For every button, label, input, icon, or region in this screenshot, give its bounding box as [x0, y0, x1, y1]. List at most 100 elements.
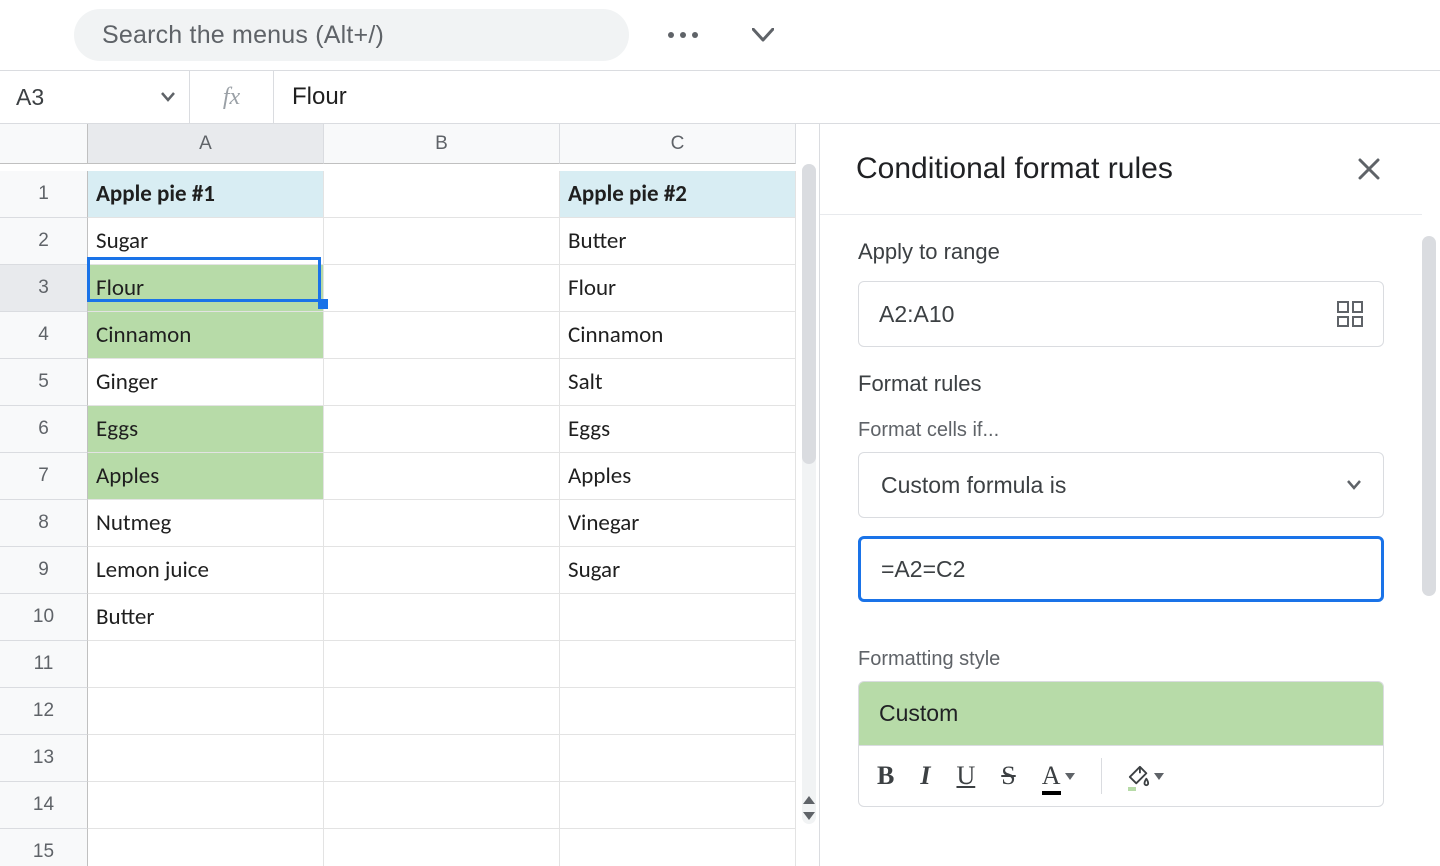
cell-C15[interactable] — [560, 829, 796, 866]
row-header-9[interactable]: 9 — [0, 547, 88, 594]
formula-input[interactable]: Flour — [274, 83, 1440, 111]
cell-B7[interactable] — [324, 453, 560, 500]
row-header-4[interactable]: 4 — [0, 312, 88, 359]
row-header-6[interactable]: 6 — [0, 406, 88, 453]
cell-A10[interactable]: Butter — [88, 594, 324, 641]
cell-B2[interactable] — [324, 218, 560, 265]
cell-A3[interactable]: Flour — [88, 265, 324, 312]
cell-C3[interactable]: Flour — [560, 265, 796, 312]
row-header-7[interactable]: 7 — [0, 453, 88, 500]
cell-C10[interactable] — [560, 594, 796, 641]
cell-A8[interactable]: Nutmeg — [88, 500, 324, 547]
row-header-2[interactable]: 2 — [0, 218, 88, 265]
row-header-11[interactable]: 11 — [0, 641, 88, 688]
cell-A11[interactable] — [88, 641, 324, 688]
cell-C5[interactable]: Salt — [560, 359, 796, 406]
cell-C11[interactable] — [560, 641, 796, 688]
menu-toolbar: Search the menus (Alt+/) — [0, 0, 1440, 70]
cell-value: Apples — [96, 462, 159, 490]
apply-range-input[interactable]: A2:A10 — [858, 281, 1384, 347]
scrollbar-thumb[interactable] — [1422, 236, 1436, 596]
more-icon[interactable] — [663, 15, 703, 55]
condition-select-value: Custom formula is — [881, 472, 1066, 499]
cell-B12[interactable] — [324, 688, 560, 735]
row-header-8[interactable]: 8 — [0, 500, 88, 547]
cell-value: Salt — [568, 368, 603, 396]
cell-A12[interactable] — [88, 688, 324, 735]
dropdown-icon — [161, 92, 175, 102]
cell-C1[interactable]: Apple pie #2 — [560, 171, 796, 218]
row-header-5[interactable]: 5 — [0, 359, 88, 406]
menu-search-placeholder: Search the menus (Alt+/) — [102, 21, 384, 50]
scroll-down-icon[interactable] — [803, 812, 815, 820]
cell-A2[interactable]: Sugar — [88, 218, 324, 265]
cell-B13[interactable] — [324, 735, 560, 782]
fill-color-button[interactable] — [1128, 765, 1164, 787]
cell-B6[interactable] — [324, 406, 560, 453]
custom-formula-input[interactable]: =A2=C2 — [858, 536, 1384, 602]
row-header-10[interactable]: 10 — [0, 594, 88, 641]
cell-A13[interactable] — [88, 735, 324, 782]
cell-B1[interactable] — [324, 171, 560, 218]
vertical-scrollbar[interactable] — [802, 164, 816, 824]
row-header-3[interactable]: 3 — [0, 265, 88, 312]
column-header-A[interactable]: A — [88, 124, 324, 164]
menu-search-input[interactable]: Search the menus (Alt+/) — [74, 9, 629, 61]
cell-A5[interactable]: Ginger — [88, 359, 324, 406]
cell-C2[interactable]: Butter — [560, 218, 796, 265]
cell-B8[interactable] — [324, 500, 560, 547]
cell-C6[interactable]: Eggs — [560, 406, 796, 453]
cell-C7[interactable]: Apples — [560, 453, 796, 500]
condition-select[interactable]: Custom formula is — [858, 452, 1384, 518]
spreadsheet[interactable]: ABC1Apple pie #1Apple pie #22SugarButter… — [0, 124, 820, 866]
cell-B14[interactable] — [324, 782, 560, 829]
cell-B15[interactable] — [324, 829, 560, 866]
cell-B5[interactable] — [324, 359, 560, 406]
column-header-B[interactable]: B — [324, 124, 560, 164]
cell-B4[interactable] — [324, 312, 560, 359]
cell-value: Vinegar — [568, 509, 639, 537]
underline-button[interactable]: U — [956, 761, 975, 791]
close-icon[interactable] — [1358, 158, 1380, 180]
column-header-C[interactable]: C — [560, 124, 796, 164]
text-color-button[interactable]: A — [1042, 761, 1075, 791]
cell-C13[interactable] — [560, 735, 796, 782]
cell-C9[interactable]: Sugar — [560, 547, 796, 594]
select-all-corner[interactable] — [0, 124, 88, 164]
cell-B10[interactable] — [324, 594, 560, 641]
sidebar-scrollbar[interactable] — [1422, 236, 1436, 866]
cell-C14[interactable] — [560, 782, 796, 829]
style-preview[interactable]: Custom — [858, 681, 1384, 745]
italic-button[interactable]: I — [920, 761, 930, 791]
scroll-up-icon[interactable] — [803, 796, 815, 804]
cell-C12[interactable] — [560, 688, 796, 735]
row-header-14[interactable]: 14 — [0, 782, 88, 829]
chevron-down-icon — [1065, 773, 1075, 780]
cell-A14[interactable] — [88, 782, 324, 829]
fill-handle[interactable] — [318, 299, 328, 309]
row-header-1[interactable]: 1 — [0, 171, 88, 218]
name-box[interactable]: A3 — [0, 71, 190, 123]
cell-value: Apples — [568, 462, 631, 490]
row-header-13[interactable]: 13 — [0, 735, 88, 782]
cell-A1[interactable]: Apple pie #1 — [88, 171, 324, 218]
dropdown-icon — [1347, 480, 1361, 490]
cell-A6[interactable]: Eggs — [88, 406, 324, 453]
cell-B3[interactable] — [324, 265, 560, 312]
cell-B11[interactable] — [324, 641, 560, 688]
cell-A4[interactable]: Cinnamon — [88, 312, 324, 359]
cell-A15[interactable] — [88, 829, 324, 866]
row-header-15[interactable]: 15 — [0, 829, 88, 866]
cell-A9[interactable]: Lemon juice — [88, 547, 324, 594]
cell-A7[interactable]: Apples — [88, 453, 324, 500]
scrollbar-thumb[interactable] — [802, 164, 816, 464]
bold-button[interactable]: B — [877, 761, 894, 791]
cell-C8[interactable]: Vinegar — [560, 500, 796, 547]
select-range-icon[interactable] — [1337, 301, 1363, 327]
strike-button[interactable]: S — [1001, 761, 1015, 791]
cell-B9[interactable] — [324, 547, 560, 594]
custom-formula-value: =A2=C2 — [881, 556, 965, 583]
toolbar-collapse-icon[interactable] — [743, 15, 783, 55]
cell-C4[interactable]: Cinnamon — [560, 312, 796, 359]
row-header-12[interactable]: 12 — [0, 688, 88, 735]
